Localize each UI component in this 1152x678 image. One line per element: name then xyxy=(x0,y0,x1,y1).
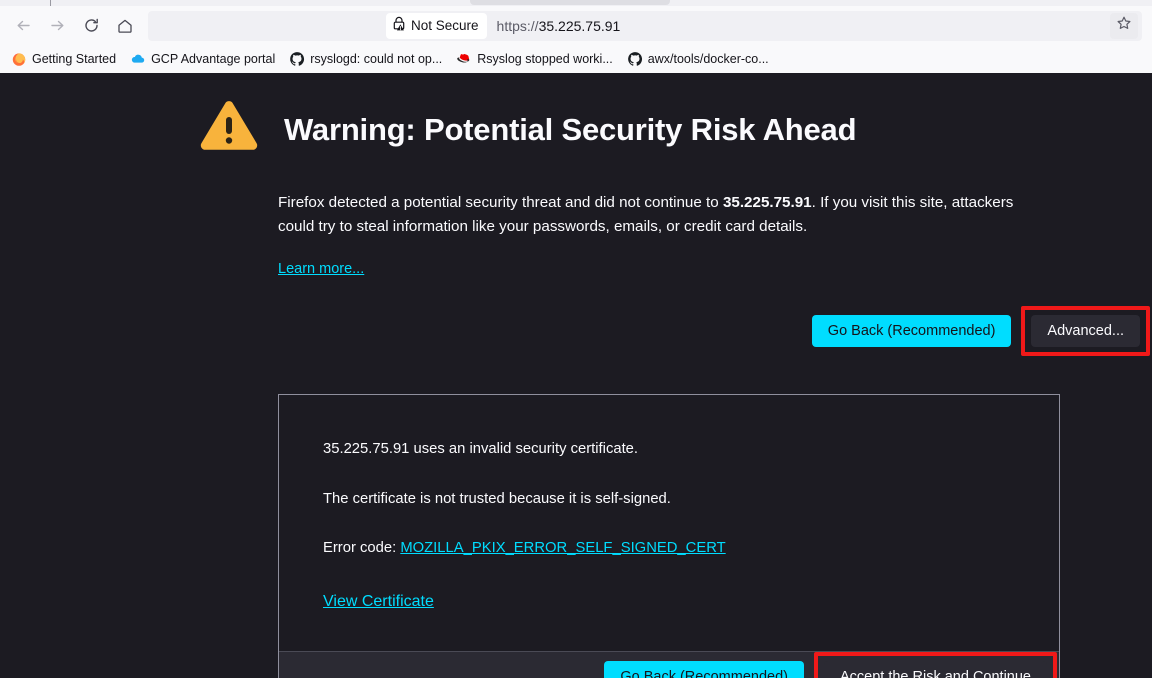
navigation-toolbar: Not Secure https://35.225.75.91 xyxy=(0,6,1152,45)
accept-risk-button-annotation: Accept the Risk and Continue xyxy=(813,651,1057,678)
star-icon xyxy=(1116,15,1132,36)
error-code-link[interactable]: MOZILLA_PKIX_ERROR_SELF_SIGNED_CERT xyxy=(400,540,725,556)
bookmark-label: Rsyslog stopped worki... xyxy=(477,52,613,66)
bookmark-label: awx/tools/docker-co... xyxy=(647,52,769,66)
page-title: Warning: Potential Security Risk Ahead xyxy=(284,111,857,147)
home-icon xyxy=(116,17,134,35)
intro-host: 35.225.75.91 xyxy=(722,194,812,211)
tab-remnant[interactable] xyxy=(470,0,670,5)
urlbar-container: Not Secure https://35.225.75.91 xyxy=(148,10,1142,41)
reload-button[interactable] xyxy=(74,11,108,41)
bookmark-star-button[interactable] xyxy=(1110,12,1138,39)
github-icon xyxy=(627,51,643,67)
footer-go-back-button[interactable]: Go Back (Recommended) xyxy=(604,660,804,678)
browser-chrome: Not Secure https://35.225.75.91 Getting … xyxy=(0,0,1152,73)
learn-more-link[interactable]: Learn more... xyxy=(278,261,364,277)
primary-button-row: Go Back (Recommended) Advanced... xyxy=(278,306,1150,357)
error-page: Warning: Potential Security Risk Ahead F… xyxy=(0,73,1152,678)
body-block: Firefox detected a potential security th… xyxy=(278,191,1048,278)
bookmark-item-rsyslogd-could-not-open[interactable]: rsyslogd: could not op... xyxy=(282,48,449,70)
view-certificate-row: View Certificate xyxy=(323,593,1015,611)
back-arrow-icon xyxy=(15,17,32,34)
advanced-button-annotation: Advanced... xyxy=(1021,306,1150,357)
firefox-icon xyxy=(11,51,27,67)
go-back-button[interactable]: Go Back (Recommended) xyxy=(811,315,1012,348)
advanced-button[interactable]: Advanced... xyxy=(1031,315,1140,348)
forward-arrow-icon xyxy=(49,17,66,34)
intro-prefix: Firefox detected a potential security th… xyxy=(278,194,723,211)
url-input[interactable]: Not Secure https://35.225.75.91 xyxy=(148,10,1142,41)
back-button[interactable] xyxy=(6,11,40,41)
cloud-icon xyxy=(130,51,146,67)
certificate-panel-body: 35.225.75.91 uses an invalid security ce… xyxy=(279,395,1059,651)
tab-strip xyxy=(0,0,1152,6)
identity-label: Not Secure xyxy=(411,18,479,33)
certificate-error-panel: 35.225.75.91 uses an invalid security ce… xyxy=(278,394,1060,678)
bookmark-label: rsyslogd: could not op... xyxy=(310,52,443,66)
cert-invalid-line: 35.225.75.91 uses an invalid security ce… xyxy=(323,441,639,458)
error-page-content: Warning: Potential Security Risk Ahead F… xyxy=(0,73,1152,678)
bookmark-label: GCP Advantage portal xyxy=(151,52,276,66)
forward-button[interactable] xyxy=(40,11,74,41)
github-icon xyxy=(289,51,305,67)
lock-warning-icon xyxy=(392,16,406,36)
bookmark-item-rsyslog-stopped-working[interactable]: Rsyslog stopped worki... xyxy=(449,48,619,70)
error-code-label: Error code: xyxy=(323,540,401,557)
redhat-icon xyxy=(456,51,472,67)
identity-box[interactable]: Not Secure xyxy=(386,12,487,39)
title-row: Warning: Potential Security Risk Ahead xyxy=(198,99,1152,160)
bookmark-item-gcp-advantage-portal[interactable]: GCP Advantage portal xyxy=(123,48,282,70)
bookmark-label: Getting Started xyxy=(32,52,117,66)
cert-error-code-line: Error code: MOZILLA_PKIX_ERROR_SELF_SIGN… xyxy=(323,538,1015,559)
warning-triangle-icon xyxy=(198,99,260,160)
home-button[interactable] xyxy=(108,11,142,41)
certificate-panel-footer: Go Back (Recommended) Accept the Risk an… xyxy=(279,651,1059,678)
view-certificate-link[interactable]: View Certificate xyxy=(323,593,434,610)
accept-risk-button[interactable]: Accept the Risk and Continue xyxy=(823,660,1047,678)
url-text[interactable]: https://35.225.75.91 xyxy=(497,18,621,34)
bookmark-item-getting-started[interactable]: Getting Started xyxy=(4,48,123,70)
reload-icon xyxy=(83,17,100,34)
bookmark-item-awx-tools-docker-compose[interactable]: awx/tools/docker-co... xyxy=(620,48,776,70)
intro-text: Firefox detected a potential security th… xyxy=(278,191,1048,239)
cert-untrusted-line: The certificate is not trusted because i… xyxy=(323,490,671,507)
url-scheme: https:// xyxy=(496,17,539,34)
url-host: 35.225.75.91 xyxy=(538,17,621,34)
tab-divider xyxy=(50,0,51,6)
bookmarks-toolbar: Getting Started GCP Advantage portal rsy… xyxy=(0,45,1152,73)
